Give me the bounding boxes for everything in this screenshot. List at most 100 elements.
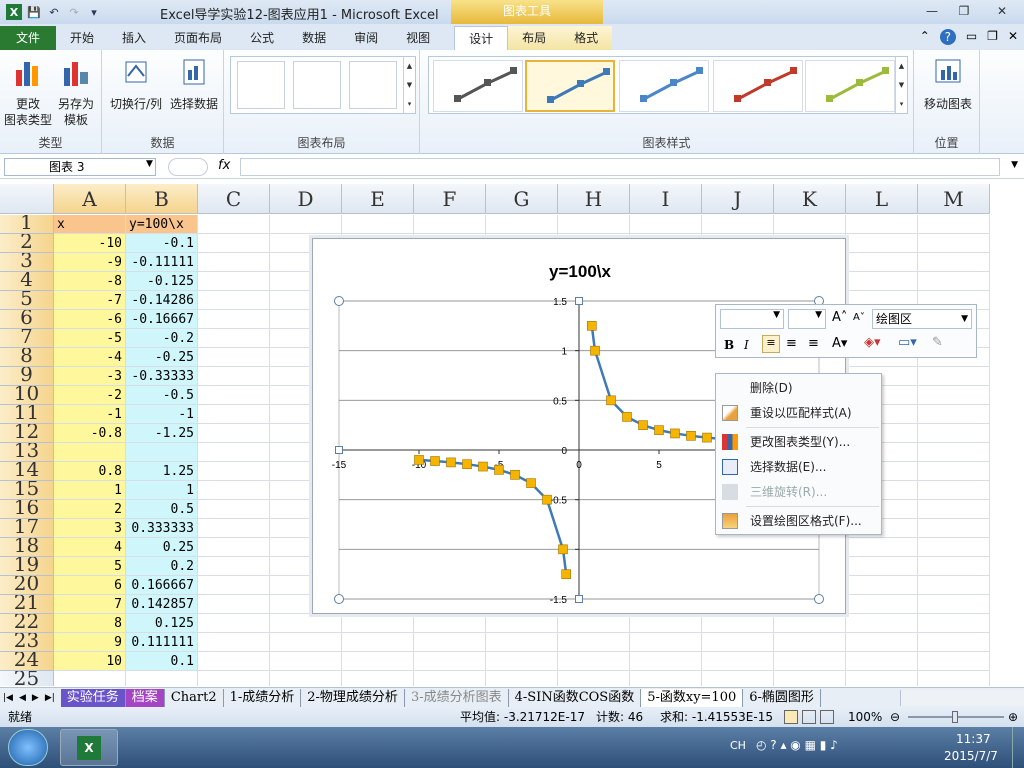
tab-insert[interactable]: 插入	[108, 26, 160, 50]
cell[interactable]	[846, 652, 918, 671]
cell[interactable]: -0.11111	[126, 253, 198, 272]
cell[interactable]: 8	[54, 614, 126, 633]
styles-scroll[interactable]: ▲ ▼ ▾	[895, 57, 907, 113]
layout-2[interactable]	[293, 61, 341, 109]
cell[interactable]	[198, 519, 270, 538]
data-point[interactable]	[478, 461, 488, 472]
plot-resize-handle[interactable]	[334, 594, 344, 604]
tab-data[interactable]: 数据	[288, 26, 340, 50]
cell[interactable]	[918, 234, 990, 253]
name-box-dropdown-icon[interactable]: ▼	[146, 159, 153, 169]
cell[interactable]	[486, 614, 558, 633]
sheet-tab[interactable]: Chart2	[165, 688, 224, 707]
cell[interactable]	[918, 405, 990, 424]
cell[interactable]	[198, 424, 270, 443]
row-header[interactable]: 17	[0, 519, 54, 538]
cell[interactable]: 0.125	[126, 614, 198, 633]
cell[interactable]	[702, 614, 774, 633]
style-blue-2[interactable]	[619, 60, 709, 112]
data-point[interactable]	[542, 494, 552, 505]
cell[interactable]	[198, 652, 270, 671]
layout-3[interactable]	[349, 61, 397, 109]
cell[interactable]	[54, 671, 126, 686]
data-point[interactable]	[414, 455, 424, 465]
cell[interactable]	[198, 576, 270, 595]
cell[interactable]: 3	[54, 519, 126, 538]
cell[interactable]	[198, 234, 270, 253]
insert-function-icon[interactable]: fx	[218, 158, 230, 173]
zoom-slider-thumb[interactable]	[952, 711, 958, 723]
cell[interactable]	[486, 633, 558, 652]
cell[interactable]	[846, 253, 918, 272]
italic-icon[interactable]: I	[744, 338, 749, 352]
align-left-icon[interactable]: ≡	[762, 335, 780, 353]
menu-item-select-data[interactable]: 选择数据(E)...	[716, 455, 881, 479]
column-header[interactable]: L	[846, 184, 918, 214]
cell[interactable]	[846, 614, 918, 633]
cell[interactable]	[918, 538, 990, 557]
cell[interactable]: 0.8	[54, 462, 126, 481]
fill-color-icon[interactable]: ◈▾	[864, 335, 881, 350]
cell[interactable]: -0.125	[126, 272, 198, 291]
tab-home[interactable]: 开始	[56, 26, 108, 50]
cell[interactable]: 0.1	[126, 652, 198, 671]
cell[interactable]	[414, 215, 486, 234]
data-point[interactable]	[606, 395, 616, 406]
row-header[interactable]: 1	[0, 215, 54, 234]
row-header[interactable]: 3	[0, 253, 54, 272]
row-header[interactable]: 10	[0, 386, 54, 405]
cell[interactable]	[558, 652, 630, 671]
move-chart-button[interactable]: 移动图表	[918, 56, 978, 112]
tray-icons[interactable]: ◴ ? ▴ ◉ ▦ ▮ ♪	[756, 738, 838, 752]
cell[interactable]	[198, 538, 270, 557]
data-point[interactable]	[526, 478, 536, 488]
formula-bar-expand-icon[interactable]: ▼	[1011, 160, 1018, 170]
cell[interactable]	[270, 633, 342, 652]
excel-taskbar-button[interactable]: X	[60, 729, 118, 766]
cell[interactable]: -5	[54, 329, 126, 348]
cell[interactable]	[918, 633, 990, 652]
cell[interactable]: -0.14286	[126, 291, 198, 310]
column-header[interactable]: H	[558, 184, 630, 214]
cell[interactable]	[198, 671, 270, 686]
cell[interactable]	[846, 272, 918, 291]
cell[interactable]: 0.111111	[126, 633, 198, 652]
zoom-out-icon[interactable]: ⊖	[890, 707, 900, 727]
cell[interactable]: 0.142857	[126, 595, 198, 614]
cell[interactable]: 1.25	[126, 462, 198, 481]
cell[interactable]: -4	[54, 348, 126, 367]
row-header[interactable]: 18	[0, 538, 54, 557]
cell[interactable]	[918, 481, 990, 500]
row-header[interactable]: 21	[0, 595, 54, 614]
menu-item-3d-rotation[interactable]: 三维旋转(R)...	[716, 480, 881, 504]
cell[interactable]	[198, 329, 270, 348]
series-line[interactable]	[418, 458, 568, 575]
layouts-scroll[interactable]: ▲ ▼ ▾	[403, 57, 415, 113]
cell[interactable]: -1	[54, 405, 126, 424]
cell[interactable]	[198, 348, 270, 367]
cell[interactable]	[774, 633, 846, 652]
tab-view[interactable]: 视图	[392, 26, 444, 50]
row-header[interactable]: 13	[0, 443, 54, 462]
cell[interactable]	[198, 367, 270, 386]
cell[interactable]	[918, 576, 990, 595]
style-gray[interactable]	[433, 60, 523, 112]
clock-date[interactable]: 2015/7/7	[944, 749, 998, 763]
cell[interactable]: 5	[54, 557, 126, 576]
excel-app-icon[interactable]: X	[6, 4, 22, 20]
switch-row-column-button[interactable]: 切换行/列	[108, 56, 164, 112]
font-color-icon[interactable]: A▾	[832, 336, 847, 351]
cell[interactable]	[414, 652, 486, 671]
input-language[interactable]: CH	[730, 739, 746, 752]
cell[interactable]	[126, 443, 198, 462]
cell[interactable]	[918, 253, 990, 272]
cell[interactable]	[198, 633, 270, 652]
cell[interactable]	[198, 443, 270, 462]
cell[interactable]	[558, 614, 630, 633]
tab-page-layout[interactable]: 页面布局	[160, 26, 236, 50]
cell[interactable]	[198, 595, 270, 614]
shrink-font-icon[interactable]: A˅	[853, 312, 865, 323]
cell[interactable]: 7	[54, 595, 126, 614]
sheet-tab[interactable]: 3-成绩分析图表	[405, 688, 509, 707]
undo-icon[interactable]: ↶	[46, 4, 62, 20]
